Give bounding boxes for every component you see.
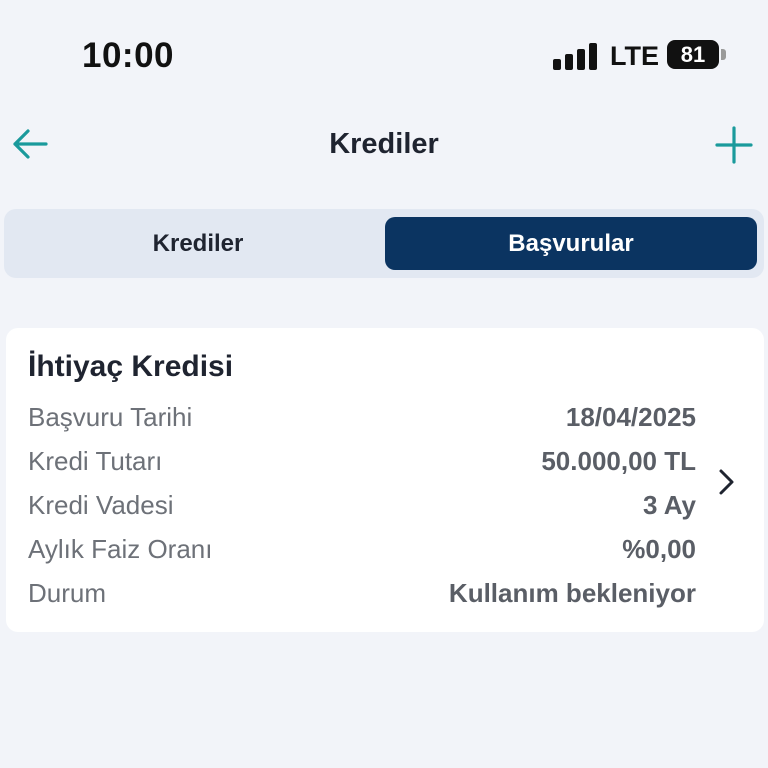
detail-value: 50.000,00 TL xyxy=(541,446,696,476)
status-bar: 10:00 LTE 81 xyxy=(0,0,768,110)
battery-tip xyxy=(721,49,726,60)
detail-row-application-date: Başvuru Tarihi 18/04/2025 xyxy=(28,402,696,438)
battery-icon: 81 xyxy=(667,40,719,69)
detail-label: Aylık Faiz Oranı xyxy=(28,534,213,564)
network-type: LTE xyxy=(610,41,659,71)
detail-row-status: Durum Kullanım bekleniyor xyxy=(28,578,696,614)
detail-row-term: Kredi Vadesi 3 Ay xyxy=(28,490,696,526)
tab-basvurular[interactable]: Başvurular xyxy=(385,217,757,270)
tab-krediler[interactable]: Krediler xyxy=(12,217,384,270)
status-time: 10:00 xyxy=(82,36,175,75)
detail-value: 3 Ay xyxy=(643,490,696,520)
detail-label: Kredi Vadesi xyxy=(28,490,174,520)
detail-label: Başvuru Tarihi xyxy=(28,402,193,432)
detail-row-amount: Kredi Tutarı 50.000,00 TL xyxy=(28,446,696,482)
detail-value: 18/04/2025 xyxy=(565,402,696,432)
detail-label: Kredi Tutarı xyxy=(28,446,163,476)
page-title: Krediler xyxy=(329,128,439,160)
cellular-signal-icon xyxy=(553,42,597,70)
add-plus-icon[interactable] xyxy=(714,125,754,165)
segmented-tabs: Krediler Başvurular xyxy=(4,209,764,278)
detail-label: Durum xyxy=(28,578,107,608)
detail-value: Kullanım bekleniyor xyxy=(448,578,696,608)
detail-value: %0,00 xyxy=(622,534,696,564)
chevron-right-icon[interactable] xyxy=(715,466,739,498)
application-card[interactable]: İhtiyaç Kredisi Başvuru Tarihi 18/04/202… xyxy=(6,328,764,632)
detail-row-interest-rate: Aylık Faiz Oranı %0,00 xyxy=(28,534,696,570)
card-title: İhtiyaç Kredisi xyxy=(28,350,234,383)
